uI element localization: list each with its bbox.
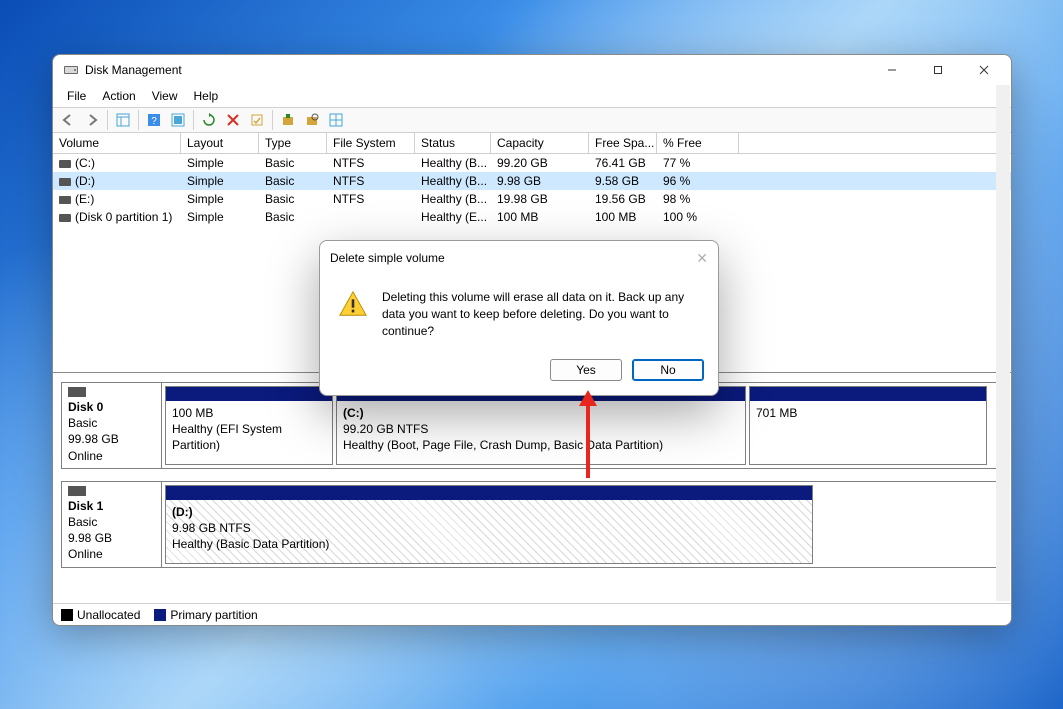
no-button[interactable]: No [632,359,704,381]
volume-list-header: Volume Layout Type File System Status Ca… [53,133,1011,154]
window-title: Disk Management [85,63,182,77]
partition[interactable]: (C:)99.20 GB NTFSHealthy (Boot, Page Fil… [336,386,746,465]
delete-volume-dialog: Delete simple volume ✕ Deleting this vol… [319,240,719,396]
toolbar: ? [53,107,1011,133]
disk-icon [68,486,86,496]
col-filesystem[interactable]: File System [327,133,415,153]
properties-button[interactable] [246,109,268,131]
partition[interactable]: (D:)9.98 GB NTFSHealthy (Basic Data Part… [165,485,813,564]
settings-button[interactable] [167,109,189,131]
col-layout[interactable]: Layout [181,133,259,153]
action-button-1[interactable] [277,109,299,131]
drive-icon [59,196,71,204]
col-capacity[interactable]: Capacity [491,133,589,153]
volume-row[interactable]: (Disk 0 partition 1)SimpleBasicHealthy (… [53,208,1011,226]
show-hide-tree-button[interactable] [112,109,134,131]
menu-help[interactable]: Help [186,87,227,105]
disk-info[interactable]: Disk 0Basic99.98 GBOnline [62,383,162,468]
svg-text:?: ? [151,116,157,127]
dialog-title: Delete simple volume [330,251,445,265]
yes-button[interactable]: Yes [550,359,622,381]
action-button-3[interactable] [325,109,347,131]
back-button[interactable] [57,109,79,131]
menu-bar: File Action View Help [53,85,1011,107]
volume-row[interactable]: (C:)SimpleBasicNTFSHealthy (B...99.20 GB… [53,154,1011,172]
disk-icon [68,387,86,397]
legend: Unallocated Primary partition [53,603,1011,625]
close-button[interactable] [961,55,1007,85]
disk-row: Disk 1Basic9.98 GBOnline(D:)9.98 GB NTFS… [61,481,1003,568]
menu-action[interactable]: Action [94,87,143,105]
volume-row[interactable]: (D:)SimpleBasicNTFSHealthy (B...9.98 GB9… [53,172,1011,190]
partition[interactable]: 100 MBHealthy (EFI System Partition) [165,386,333,465]
col-free[interactable]: Free Spa... [589,133,657,153]
app-icon [63,62,79,78]
disk-info[interactable]: Disk 1Basic9.98 GBOnline [62,482,162,567]
titlebar[interactable]: Disk Management [53,55,1011,85]
legend-primary: Primary partition [154,608,257,622]
action-button-2[interactable] [301,109,323,131]
refresh-button[interactable] [198,109,220,131]
dialog-message: Deleting this volume will erase all data… [382,289,700,339]
warning-icon [338,289,368,319]
col-pct[interactable]: % Free [657,133,739,153]
forward-button[interactable] [81,109,103,131]
partition[interactable]: 701 MB [749,386,987,465]
desktop-background: Disk Management File Action View Help ? [0,0,1063,709]
legend-unallocated: Unallocated [61,608,140,622]
menu-view[interactable]: View [144,87,186,105]
dialog-close-button[interactable]: ✕ [696,250,708,267]
disk-graphical-view[interactable]: Disk 0Basic99.98 GBOnline100 MBHealthy (… [53,373,1011,603]
col-status[interactable]: Status [415,133,491,153]
drive-icon [59,214,71,222]
col-type[interactable]: Type [259,133,327,153]
col-volume[interactable]: Volume [53,133,181,153]
dialog-titlebar[interactable]: Delete simple volume ✕ [320,241,718,275]
volume-row[interactable]: (E:)SimpleBasicNTFSHealthy (B...19.98 GB… [53,190,1011,208]
drive-icon [59,160,71,168]
drive-icon [59,178,71,186]
menu-file[interactable]: File [59,87,94,105]
minimize-button[interactable] [869,55,915,85]
delete-button[interactable] [222,109,244,131]
help-button[interactable]: ? [143,109,165,131]
maximize-button[interactable] [915,55,961,85]
